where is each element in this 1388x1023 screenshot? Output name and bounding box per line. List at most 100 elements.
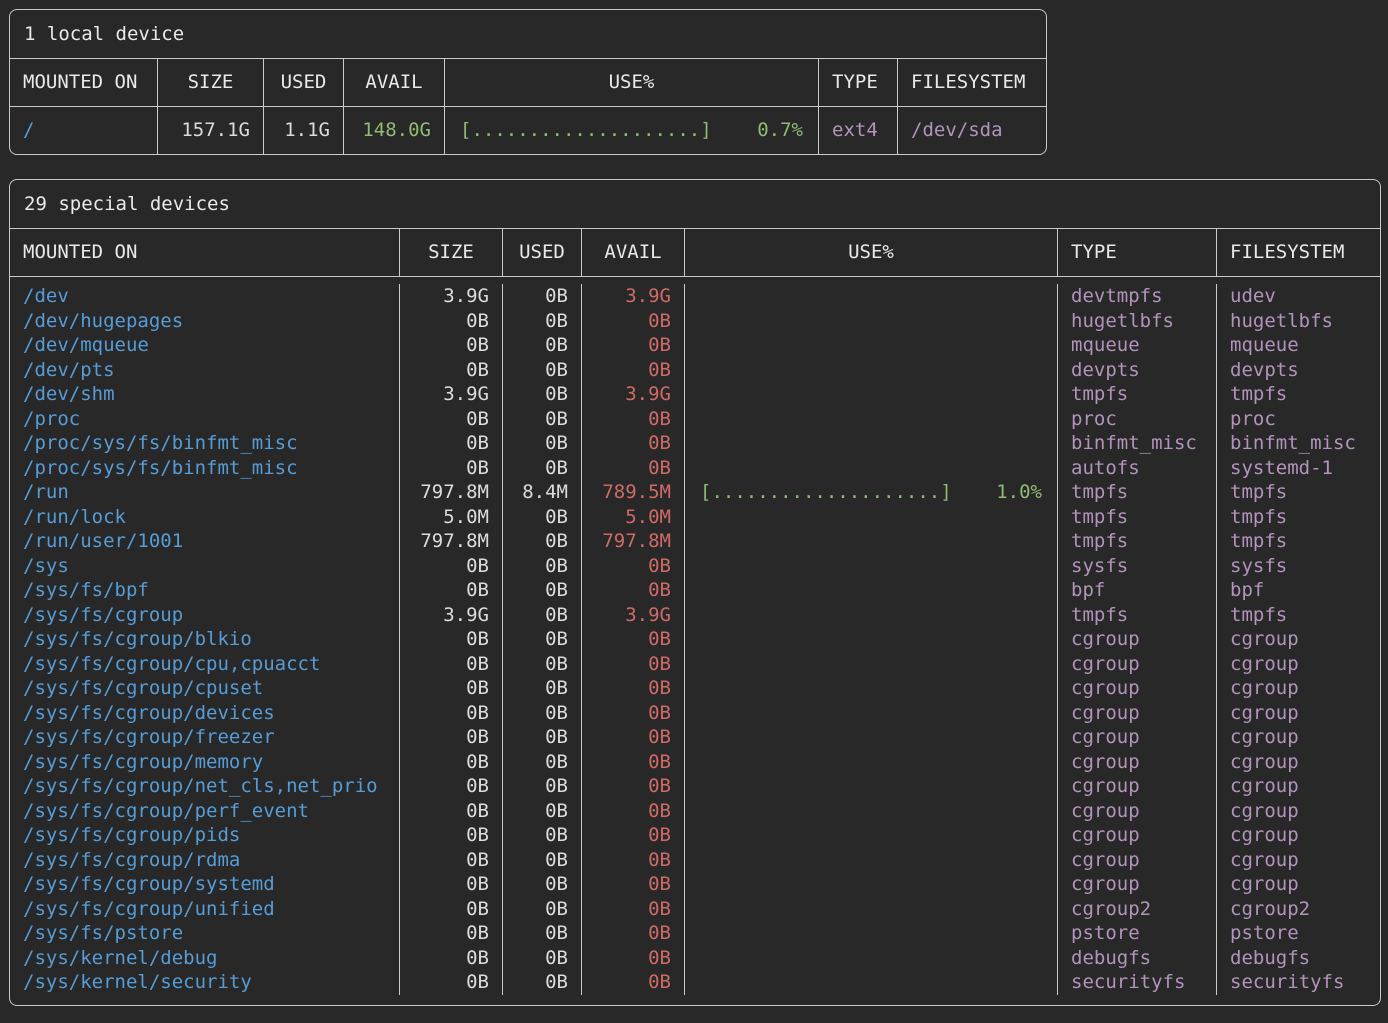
filesystem-cell: tmpfs (1217, 529, 1380, 554)
filesystem-cell: devpts (1217, 358, 1380, 383)
avail-cell: 0B (582, 774, 685, 799)
used-cell: 0B (503, 358, 582, 383)
table-body: /157.1G1.1G148.0G[....................]0… (10, 107, 1046, 154)
mount-point-cell: /dev/pts (10, 358, 400, 383)
usage-cell (685, 333, 1058, 358)
table-row: /sys/fs/cgroup/systemd0B0B0Bcgroupcgroup (10, 872, 1380, 897)
type-cell: tmpfs (1058, 505, 1217, 530)
local-devices-table: 1 local device MOUNTED ONSIZEUSEDAVAILUS… (9, 9, 1047, 155)
mount-point-cell: /run/lock (10, 505, 400, 530)
terminal-screen: 1 local device MOUNTED ONSIZEUSEDAVAILUS… (0, 0, 1388, 1015)
avail-cell: 0B (582, 725, 685, 750)
usage-cell (685, 823, 1058, 848)
size-cell: 3.9G (400, 382, 503, 407)
table-title: 29 special devices (10, 180, 1380, 229)
used-cell: 1.1G (264, 107, 344, 154)
table-row: /dev/hugepages0B0B0Bhugetlbfshugetlbfs (10, 309, 1380, 334)
size-cell: 0B (400, 578, 503, 603)
mount-point-cell: /proc/sys/fs/binfmt_misc (10, 431, 400, 456)
avail-cell: 0B (582, 456, 685, 481)
mount-point-cell: /sys/fs/cgroup (10, 603, 400, 628)
avail-cell: 0B (582, 333, 685, 358)
avail-cell: 0B (582, 872, 685, 897)
filesystem-cell: cgroup (1217, 725, 1380, 750)
table-row: /sys/fs/cgroup/pids0B0B0Bcgroupcgroup (10, 823, 1380, 848)
size-cell: 0B (400, 970, 503, 995)
mount-point-cell: /sys/fs/cgroup/blkio (10, 627, 400, 652)
used-cell: 0B (503, 872, 582, 897)
column-header-used: USED (503, 229, 582, 276)
size-cell: 0B (400, 897, 503, 922)
used-cell: 0B (503, 284, 582, 309)
used-cell: 0B (503, 774, 582, 799)
type-cell: ext4 (819, 107, 898, 154)
usage-cell (685, 505, 1058, 530)
usage-cell (685, 284, 1058, 309)
avail-cell: 3.9G (582, 382, 685, 407)
usage-cell (685, 407, 1058, 432)
table-row: /run/user/1001797.8M0B797.8Mtmpfstmpfs (10, 529, 1380, 554)
usage-cell (685, 725, 1058, 750)
column-header-type: TYPE (1058, 229, 1217, 276)
table-row: /proc0B0B0Bprocproc (10, 407, 1380, 432)
filesystem-cell: tmpfs (1217, 603, 1380, 628)
avail-cell: 0B (582, 970, 685, 995)
avail-cell: 797.8M (582, 529, 685, 554)
used-cell: 0B (503, 652, 582, 677)
filesystem-cell: cgroup (1217, 750, 1380, 775)
type-cell: cgroup (1058, 676, 1217, 701)
column-header-size: SIZE (400, 229, 503, 276)
used-cell: 0B (503, 382, 582, 407)
size-cell: 0B (400, 774, 503, 799)
size-cell: 0B (400, 554, 503, 579)
filesystem-cell: hugetlbfs (1217, 309, 1380, 334)
avail-cell: 0B (582, 823, 685, 848)
used-cell: 0B (503, 823, 582, 848)
table-row: /proc/sys/fs/binfmt_misc0B0B0Bautofssyst… (10, 456, 1380, 481)
used-cell: 0B (503, 627, 582, 652)
type-cell: cgroup (1058, 774, 1217, 799)
table-header-row: MOUNTED ONSIZEUSEDAVAILUSE%TYPEFILESYSTE… (10, 229, 1380, 277)
used-cell: 0B (503, 750, 582, 775)
used-cell: 0B (503, 529, 582, 554)
usage-cell: [....................]0.7% (445, 107, 819, 154)
avail-cell: 0B (582, 627, 685, 652)
table-row: /sys/kernel/debug0B0B0Bdebugfsdebugfs (10, 946, 1380, 971)
size-cell: 0B (400, 823, 503, 848)
type-cell: cgroup (1058, 750, 1217, 775)
filesystem-cell: cgroup (1217, 872, 1380, 897)
avail-cell: 0B (582, 946, 685, 971)
table-row: /run797.8M8.4M789.5M[...................… (10, 480, 1380, 505)
mount-point-cell: /sys/fs/pstore (10, 921, 400, 946)
used-cell: 0B (503, 725, 582, 750)
table-row: /run/lock5.0M0B5.0Mtmpfstmpfs (10, 505, 1380, 530)
used-cell: 0B (503, 333, 582, 358)
used-cell: 0B (503, 799, 582, 824)
type-cell: cgroup (1058, 725, 1217, 750)
type-cell: proc (1058, 407, 1217, 432)
type-cell: bpf (1058, 578, 1217, 603)
mount-point-cell: /dev/mqueue (10, 333, 400, 358)
filesystem-cell: binfmt_misc (1217, 431, 1380, 456)
used-cell: 0B (503, 701, 582, 726)
mount-point-cell: /proc (10, 407, 400, 432)
filesystem-cell: bpf (1217, 578, 1380, 603)
table-row: /157.1G1.1G148.0G[....................]0… (10, 107, 1046, 154)
avail-cell: 3.9G (582, 284, 685, 309)
mount-point-cell: /sys/fs/cgroup/perf_event (10, 799, 400, 824)
type-cell: mqueue (1058, 333, 1217, 358)
mount-point-cell: /sys (10, 554, 400, 579)
mount-point-cell: /sys/fs/cgroup/net_cls,net_prio (10, 774, 400, 799)
used-cell: 0B (503, 578, 582, 603)
usage-cell (685, 872, 1058, 897)
size-cell: 0B (400, 676, 503, 701)
used-cell: 0B (503, 554, 582, 579)
avail-cell: 0B (582, 578, 685, 603)
usage-cell (685, 627, 1058, 652)
filesystem-cell: cgroup2 (1217, 897, 1380, 922)
used-cell: 0B (503, 897, 582, 922)
table-row: /sys/fs/pstore0B0B0Bpstorepstore (10, 921, 1380, 946)
size-cell: 0B (400, 407, 503, 432)
column-header-type: TYPE (819, 59, 898, 106)
mount-point-cell: /proc/sys/fs/binfmt_misc (10, 456, 400, 481)
